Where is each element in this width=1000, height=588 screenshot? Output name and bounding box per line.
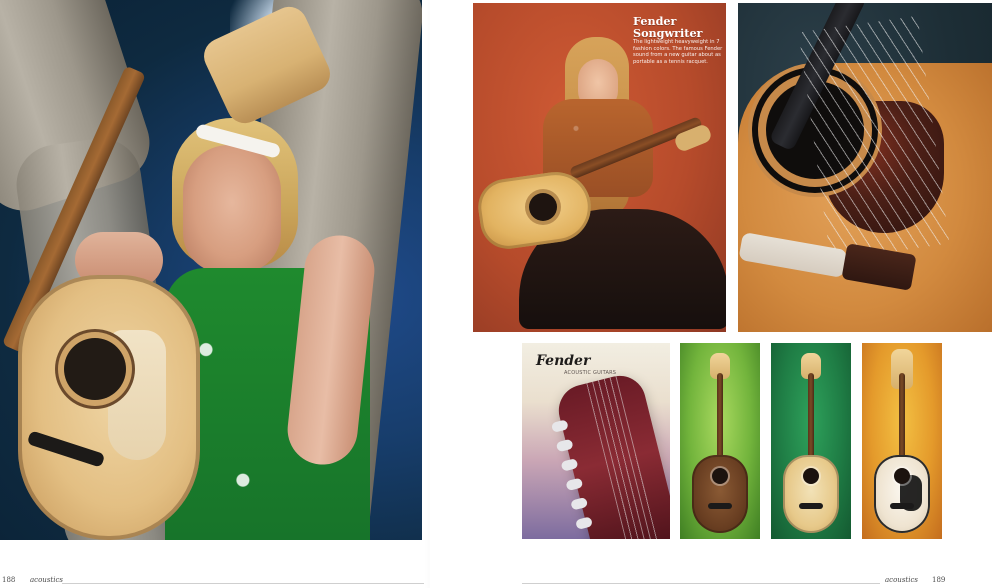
fender-songwriter-ad: Fender Songwriter The lightweight heavyw…	[473, 3, 726, 332]
orange-card-white-guitar	[862, 343, 942, 539]
footer-rule-right	[522, 583, 880, 584]
mini-bridge	[799, 503, 823, 509]
ad-title-line2: Songwriter	[633, 26, 703, 40]
section-label-right: acoustics	[885, 576, 918, 584]
headstock-strings	[586, 375, 664, 539]
fender-acoustic-catalog-cover: Fender ACOUSTIC GUITARS	[522, 343, 670, 539]
catalog-subtitle: ACOUSTIC GUITARS	[564, 370, 617, 376]
tuner-peg	[550, 419, 569, 433]
tuner-peg	[575, 516, 593, 530]
tuner-peg	[555, 438, 574, 453]
mini-soundhole	[894, 468, 910, 484]
left-page: 188 acoustics	[0, 0, 430, 588]
catalog-headstock	[550, 370, 670, 539]
ad-guitar-soundhole	[529, 193, 557, 221]
mini-soundhole	[803, 468, 819, 484]
face	[183, 145, 281, 273]
tuner-peg	[565, 477, 584, 492]
mini-bridge	[708, 503, 732, 509]
footer-rule-left	[62, 583, 424, 584]
mini-body	[783, 455, 839, 533]
right-page: Fender Songwriter The lightweight heavyw…	[430, 0, 1000, 588]
darkgreen-card-natural-guitar	[771, 343, 851, 539]
fender-logo: Fender	[536, 353, 591, 369]
tuner-peg	[560, 458, 579, 472]
page-number-right: 189	[932, 576, 946, 584]
ad-title: Fender Songwriter	[633, 15, 723, 39]
guitar-soundhole	[64, 338, 126, 400]
mini-bridge	[890, 503, 914, 509]
mini-body	[692, 455, 748, 533]
page-number-left: 188	[2, 576, 16, 584]
green-card-mahogany-guitar	[680, 343, 760, 539]
ad-body-copy: The lightweight heavyweight in 7 fashion…	[633, 39, 723, 65]
guitar-closeup-photo	[738, 3, 992, 332]
mini-soundhole	[712, 468, 728, 484]
section-label-left: acoustics	[30, 576, 63, 584]
tuner-peg	[570, 496, 589, 511]
photo-girl-with-guitar-in-tree	[0, 0, 422, 540]
